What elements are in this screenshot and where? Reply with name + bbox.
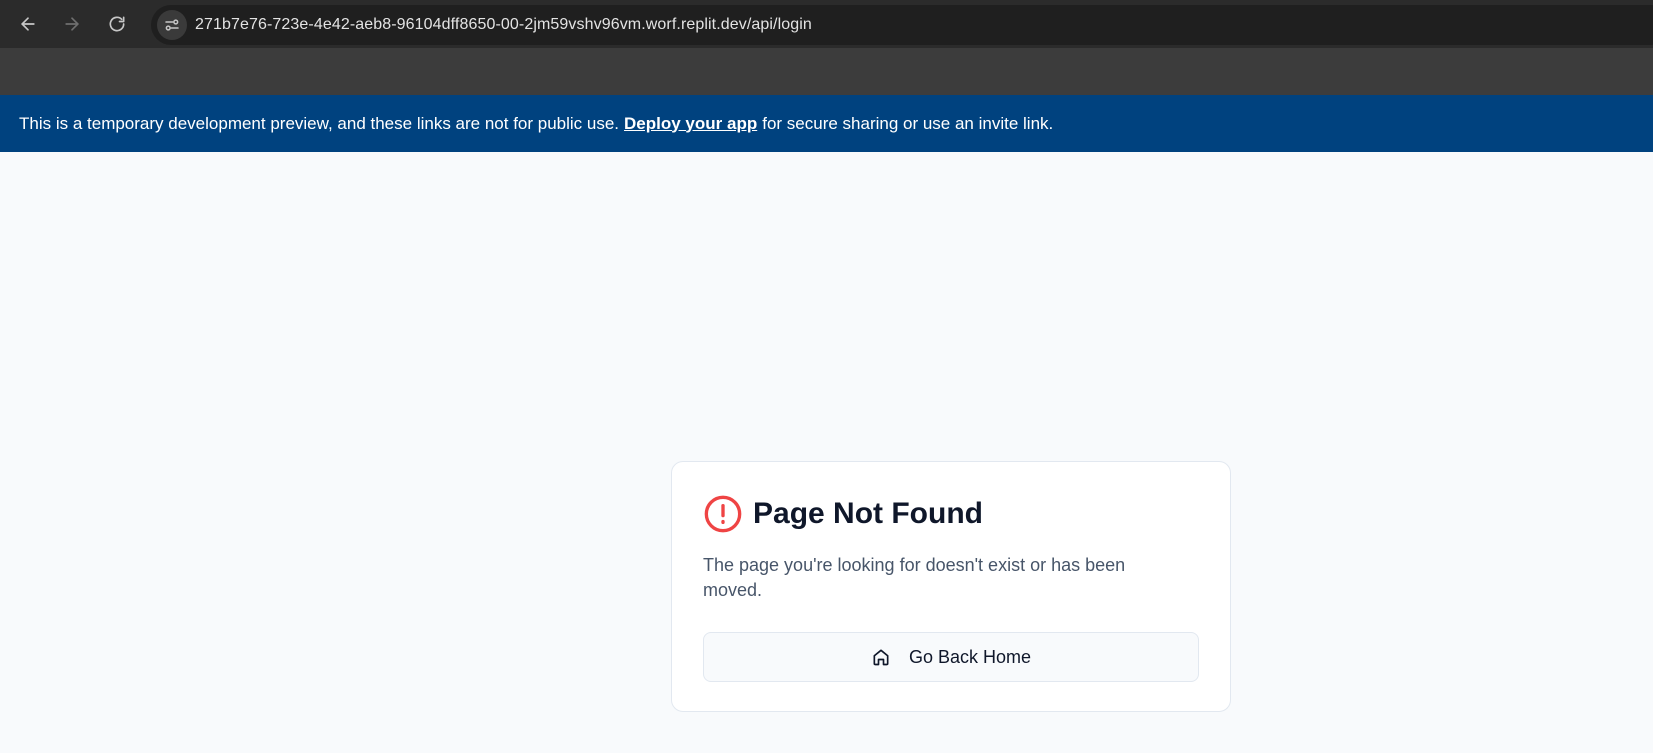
alert-circle-icon: [703, 494, 743, 534]
site-info-button[interactable]: [157, 10, 187, 40]
reload-icon: [109, 16, 125, 32]
address-bar[interactable]: 271b7e76-723e-4e42-aeb8-96104dff8650-00-…: [151, 5, 1653, 45]
forward-button[interactable]: [56, 8, 88, 40]
banner-text-before: This is a temporary development preview,…: [19, 113, 620, 133]
home-icon: [873, 649, 889, 666]
go-back-home-label: Go Back Home: [908, 646, 1032, 667]
page-description: The page you're looking for doesn't exis…: [703, 555, 1126, 600]
not-found-card: Page Not Found The page you're looking f…: [671, 461, 1231, 712]
browser-chrome: 271b7e76-723e-4e42-aeb8-96104dff8650-00-…: [0, 0, 1653, 95]
url-text[interactable]: 271b7e76-723e-4e42-aeb8-96104dff8650-00-…: [195, 16, 812, 34]
site-settings-icon: [165, 19, 179, 31]
card-header: Page Not Found: [703, 494, 983, 534]
banner-text-after: for secure sharing or use an invite link…: [762, 113, 1054, 133]
back-button[interactable]: [12, 8, 44, 40]
browser-toolbar: 271b7e76-723e-4e42-aeb8-96104dff8650-00-…: [0, 0, 1653, 48]
dev-preview-banner: This is a temporary development preview,…: [0, 95, 1653, 152]
back-arrow-icon: [21, 17, 35, 31]
forward-arrow-icon: [65, 17, 79, 31]
deploy-your-app-link[interactable]: Deploy your app: [624, 114, 757, 134]
reload-button[interactable]: [101, 8, 133, 40]
page-title: Page Not Found: [753, 497, 983, 530]
go-back-home-button[interactable]: Go Back Home: [703, 632, 1199, 682]
